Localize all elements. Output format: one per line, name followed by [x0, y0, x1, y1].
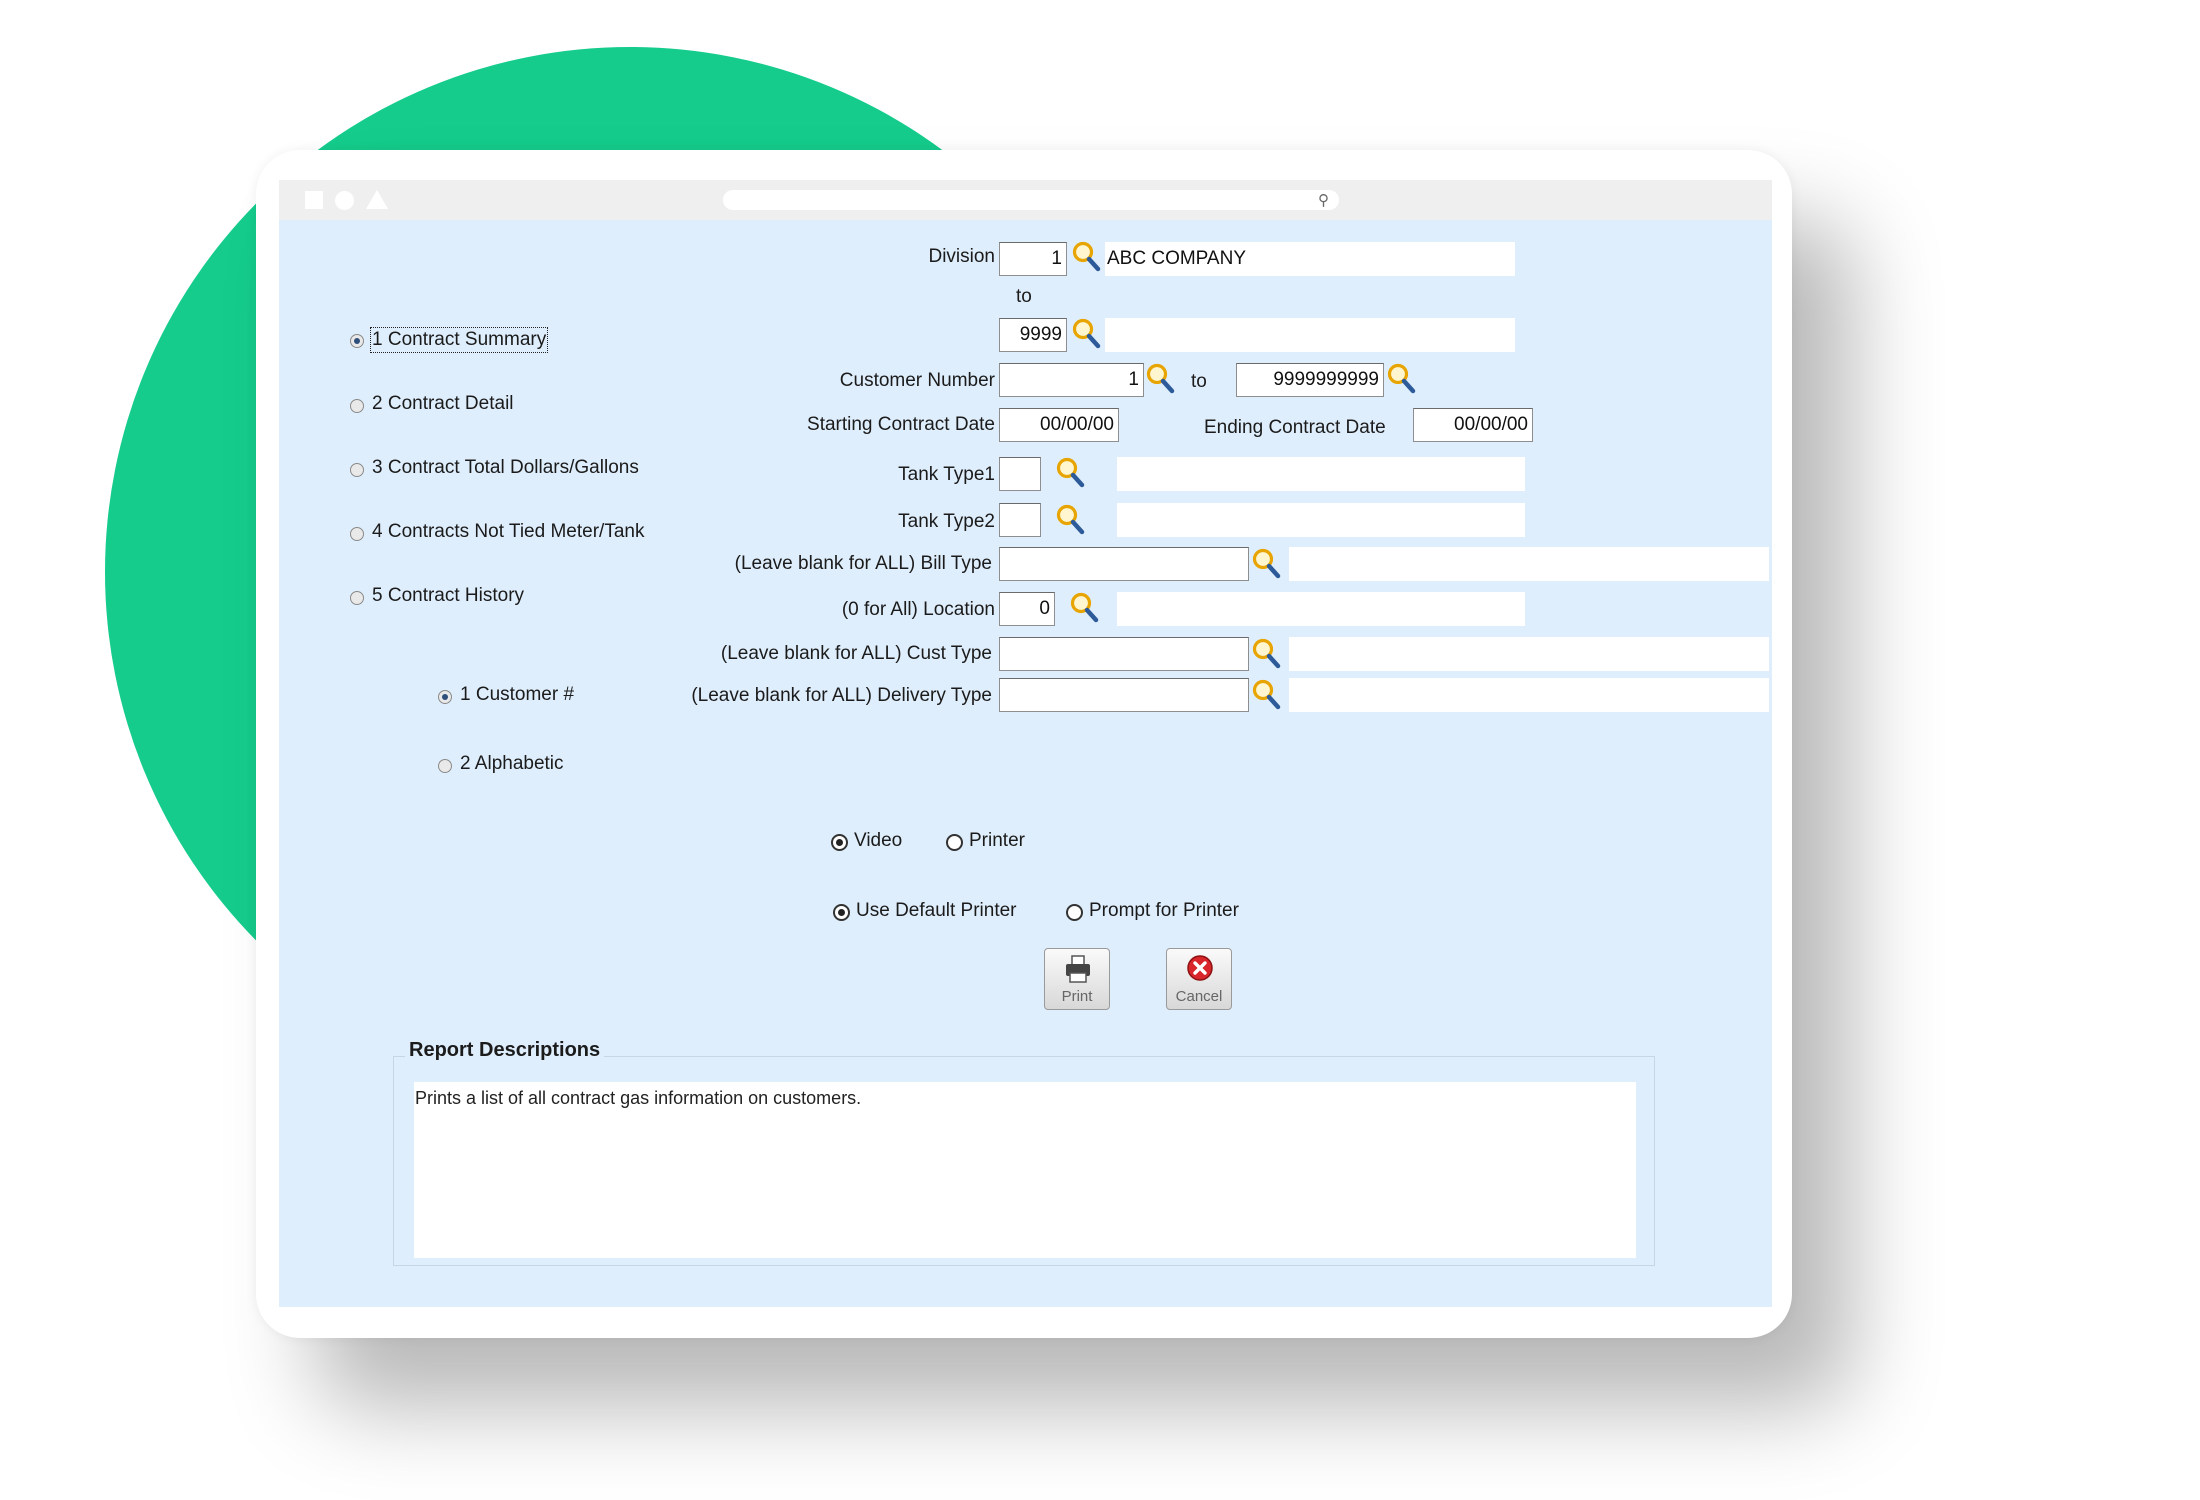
- ending-contract-date-label: Ending Contract Date: [1204, 417, 1386, 438]
- division-label: Division: [928, 246, 995, 267]
- address-bar[interactable]: ⚲: [723, 190, 1339, 210]
- tank-type1-search-icon[interactable]: [1055, 456, 1087, 490]
- cancel-icon: [1187, 955, 1213, 981]
- tank-type2-search-icon[interactable]: [1055, 503, 1087, 537]
- customer-to-input[interactable]: 9999999999: [1236, 363, 1384, 397]
- browser-toolbar: ⚲: [279, 180, 1772, 220]
- bill-type-input[interactable]: [999, 547, 1249, 581]
- tank-type2-description: [1117, 503, 1525, 537]
- report-option-radio-1[interactable]: [350, 334, 364, 348]
- video-radio[interactable]: [831, 834, 848, 851]
- delivery-type-search-icon[interactable]: [1251, 678, 1283, 712]
- bill-type-description: [1289, 547, 1769, 581]
- division-from-input[interactable]: 1: [999, 242, 1067, 276]
- tank-type1-input[interactable]: [999, 457, 1041, 491]
- location-description: [1117, 592, 1525, 626]
- sort-option-radio-1[interactable]: [438, 690, 452, 704]
- report-option-label-1[interactable]: 1 Contract Summary: [369, 327, 549, 353]
- starting-contract-date-label: Starting Contract Date: [807, 414, 995, 435]
- division-to-label: to: [1016, 286, 1032, 307]
- division-name: ABC COMPANY: [1105, 242, 1515, 276]
- bill-type-search-icon[interactable]: [1251, 547, 1283, 581]
- customer-to-search-icon[interactable]: [1386, 362, 1418, 396]
- bill-type-label: (Leave blank for ALL) Bill Type: [734, 553, 992, 574]
- report-option-label-4[interactable]: 4 Contracts Not Tied Meter/Tank: [372, 521, 644, 543]
- report-option-label-5[interactable]: 5 Contract History: [372, 585, 524, 607]
- tank-type1-description: [1117, 457, 1525, 491]
- sort-option-radio-2[interactable]: [438, 759, 452, 773]
- report-option-radio-2[interactable]: [350, 399, 364, 413]
- customer-number-label: Customer Number: [839, 370, 995, 391]
- video-label[interactable]: Video: [854, 830, 902, 852]
- tank-type1-label: Tank Type1: [898, 464, 995, 485]
- location-label: (0 for All) Location: [841, 599, 995, 620]
- division-to-search-icon[interactable]: [1071, 317, 1103, 351]
- printer-radio[interactable]: [946, 834, 963, 851]
- window-triangle-icon: [366, 190, 388, 209]
- report-option-label-2[interactable]: 2 Contract Detail: [372, 393, 514, 415]
- location-input[interactable]: 0: [999, 592, 1055, 626]
- use-default-printer-radio[interactable]: [833, 904, 850, 921]
- customer-to-label: to: [1191, 371, 1207, 392]
- delivery-type-label: (Leave blank for ALL) Delivery Type: [691, 685, 992, 706]
- division-to-name: [1105, 318, 1515, 352]
- starting-contract-date-input[interactable]: 00/00/00: [999, 408, 1119, 442]
- customer-from-input[interactable]: 1: [999, 363, 1144, 397]
- cancel-button-label: Cancel: [1175, 988, 1223, 1005]
- report-option-radio-5[interactable]: [350, 591, 364, 605]
- search-icon[interactable]: ⚲: [1318, 191, 1329, 209]
- prompt-for-printer-label[interactable]: Prompt for Printer: [1089, 900, 1239, 922]
- window-square-icon: [305, 191, 323, 209]
- report-option-label-3[interactable]: 3 Contract Total Dollars/Gallons: [372, 457, 639, 479]
- report-descriptions-title: Report Descriptions: [405, 1039, 605, 1062]
- use-default-printer-label[interactable]: Use Default Printer: [856, 900, 1017, 922]
- division-from-search-icon[interactable]: [1071, 240, 1103, 274]
- printer-label[interactable]: Printer: [969, 830, 1025, 852]
- sort-option-label-1[interactable]: 1 Customer #: [460, 684, 574, 706]
- ending-contract-date-input[interactable]: 00/00/00: [1413, 408, 1533, 442]
- report-option-radio-3[interactable]: [350, 463, 364, 477]
- prompt-for-printer-radio[interactable]: [1066, 904, 1083, 921]
- cust-type-input[interactable]: [999, 637, 1249, 671]
- customer-from-search-icon[interactable]: [1145, 362, 1177, 396]
- tank-type2-input[interactable]: [999, 503, 1041, 537]
- cancel-button[interactable]: Cancel: [1166, 948, 1232, 1010]
- print-button[interactable]: Print: [1044, 948, 1110, 1010]
- division-to-input[interactable]: 9999: [999, 318, 1067, 352]
- sort-option-label-2[interactable]: 2 Alphabetic: [460, 753, 564, 775]
- location-search-icon[interactable]: [1069, 591, 1101, 625]
- report-screen: Division 1 ABC COMPANY to 9999 1 Contrac…: [279, 220, 1772, 1307]
- delivery-type-description: [1289, 678, 1769, 712]
- cust-type-description: [1289, 637, 1769, 671]
- delivery-type-input[interactable]: [999, 678, 1249, 712]
- report-description-text: Prints a list of all contract gas inform…: [414, 1082, 1636, 1258]
- report-option-radio-4[interactable]: [350, 527, 364, 541]
- printer-icon: [1066, 955, 1090, 983]
- cust-type-label: (Leave blank for ALL) Cust Type: [720, 643, 992, 664]
- tank-type2-label: Tank Type2: [898, 511, 995, 532]
- print-button-label: Print: [1061, 988, 1093, 1005]
- cust-type-search-icon[interactable]: [1251, 637, 1283, 671]
- window-circle-icon: [335, 191, 354, 210]
